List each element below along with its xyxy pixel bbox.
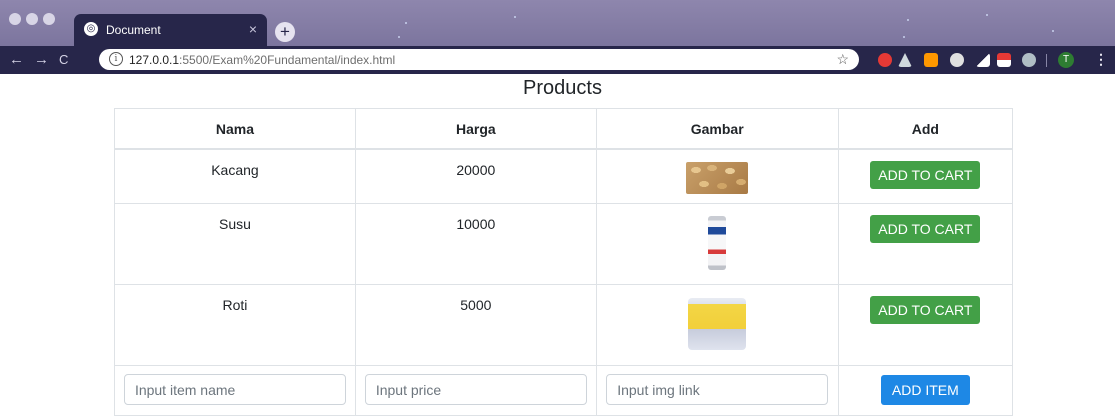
decorative-star bbox=[903, 36, 905, 38]
products-table: Nama Harga Gambar Add Kacang 20000 ADD T… bbox=[114, 108, 1014, 416]
item-img-link-input[interactable] bbox=[606, 374, 829, 405]
extension-react-icon[interactable] bbox=[1022, 53, 1036, 67]
browser-menu-icon[interactable]: ⋮ bbox=[1094, 51, 1108, 68]
minimize-window-dot[interactable] bbox=[26, 13, 38, 25]
back-arrow-icon[interactable]: ← bbox=[9, 51, 24, 68]
product-image-cell bbox=[595, 203, 839, 285]
add-to-cart-button[interactable]: ADD TO CART bbox=[870, 215, 981, 243]
decorative-star bbox=[398, 36, 400, 38]
decorative-star bbox=[1052, 30, 1054, 32]
product-name: Kacang bbox=[114, 148, 356, 204]
close-window-dot[interactable] bbox=[9, 13, 21, 25]
extension-red-icon[interactable] bbox=[878, 53, 892, 67]
add-item-form-row: ADD ITEM bbox=[114, 365, 1014, 416]
decorative-star bbox=[907, 19, 909, 21]
product-action-cell: ADD TO CART bbox=[837, 148, 1014, 204]
extension-badge-icon[interactable] bbox=[924, 53, 938, 67]
tab-title: Document bbox=[106, 23, 161, 37]
header-harga: Harga bbox=[354, 108, 597, 150]
globe-icon: ◎ bbox=[84, 22, 98, 36]
info-icon[interactable]: i bbox=[109, 52, 123, 66]
bookmark-star-icon[interactable]: ☆ bbox=[836, 51, 849, 68]
product-image-cell bbox=[595, 284, 839, 366]
table-row: Roti 5000 ADD TO CART bbox=[114, 284, 1014, 366]
header-gambar: Gambar bbox=[595, 108, 839, 150]
maximize-window-dot[interactable] bbox=[43, 13, 55, 25]
price-input-cell bbox=[354, 365, 597, 416]
table-row: Kacang 20000 ADD TO CART bbox=[114, 148, 1014, 204]
table-header-row: Nama Harga Gambar Add bbox=[114, 108, 1014, 150]
product-action-cell: ADD TO CART bbox=[837, 284, 1014, 366]
item-name-input[interactable] bbox=[123, 374, 346, 405]
profile-avatar[interactable]: T bbox=[1058, 52, 1074, 68]
url-text: 127.0.0.1:5500/Exam%20Fundamental/index.… bbox=[129, 53, 395, 67]
name-input-cell bbox=[114, 365, 356, 416]
reload-icon[interactable]: C bbox=[59, 52, 68, 67]
extension-gear-icon[interactable] bbox=[950, 53, 964, 67]
close-tab-icon[interactable]: × bbox=[249, 21, 257, 37]
browser-toolbar: ← → C i 127.0.0.1:5500/Exam%20Fundamenta… bbox=[0, 46, 1115, 74]
browser-tab[interactable]: ◎ Document × bbox=[74, 14, 267, 46]
product-name: Roti bbox=[114, 284, 356, 366]
toolbar-divider bbox=[1046, 54, 1047, 67]
extension-calendar-icon[interactable] bbox=[997, 53, 1011, 67]
bread-package-image bbox=[688, 298, 747, 350]
forward-arrow-icon[interactable]: → bbox=[34, 51, 49, 68]
header-add: Add bbox=[837, 108, 1014, 150]
browser-tab-bar: ◎ Document × + bbox=[0, 0, 1115, 46]
milk-can-image bbox=[708, 216, 727, 270]
table-row: Susu 10000 ADD TO CART bbox=[114, 203, 1014, 285]
page-title: Products bbox=[523, 77, 602, 99]
add-to-cart-button[interactable]: ADD TO CART bbox=[870, 296, 981, 324]
header-nama: Nama bbox=[114, 108, 356, 150]
add-item-button[interactable]: ADD ITEM bbox=[880, 375, 970, 405]
add-item-cell: ADD ITEM bbox=[837, 365, 1014, 416]
product-action-cell: ADD TO CART bbox=[837, 203, 1014, 285]
add-to-cart-button[interactable]: ADD TO CART bbox=[870, 160, 981, 189]
img-input-cell bbox=[595, 365, 839, 416]
new-tab-button[interactable]: + bbox=[275, 22, 295, 42]
product-name: Susu bbox=[114, 203, 356, 285]
product-image-cell bbox=[595, 148, 839, 204]
extension-ghost-icon[interactable] bbox=[898, 53, 912, 67]
item-price-input[interactable] bbox=[364, 374, 587, 405]
product-price: 10000 bbox=[354, 203, 597, 285]
peanuts-image bbox=[686, 161, 749, 194]
product-price: 20000 bbox=[354, 148, 597, 204]
extension-pen-icon[interactable] bbox=[976, 53, 990, 67]
product-price: 5000 bbox=[354, 284, 597, 366]
decorative-star bbox=[514, 16, 516, 18]
url-host: 127.0.0.1 bbox=[129, 53, 180, 67]
url-path: :5500/Exam%20Fundamental/index.html bbox=[179, 53, 396, 67]
address-bar[interactable]: i 127.0.0.1:5500/Exam%20Fundamental/inde… bbox=[99, 49, 859, 70]
decorative-star bbox=[405, 22, 407, 24]
decorative-star bbox=[986, 14, 988, 16]
